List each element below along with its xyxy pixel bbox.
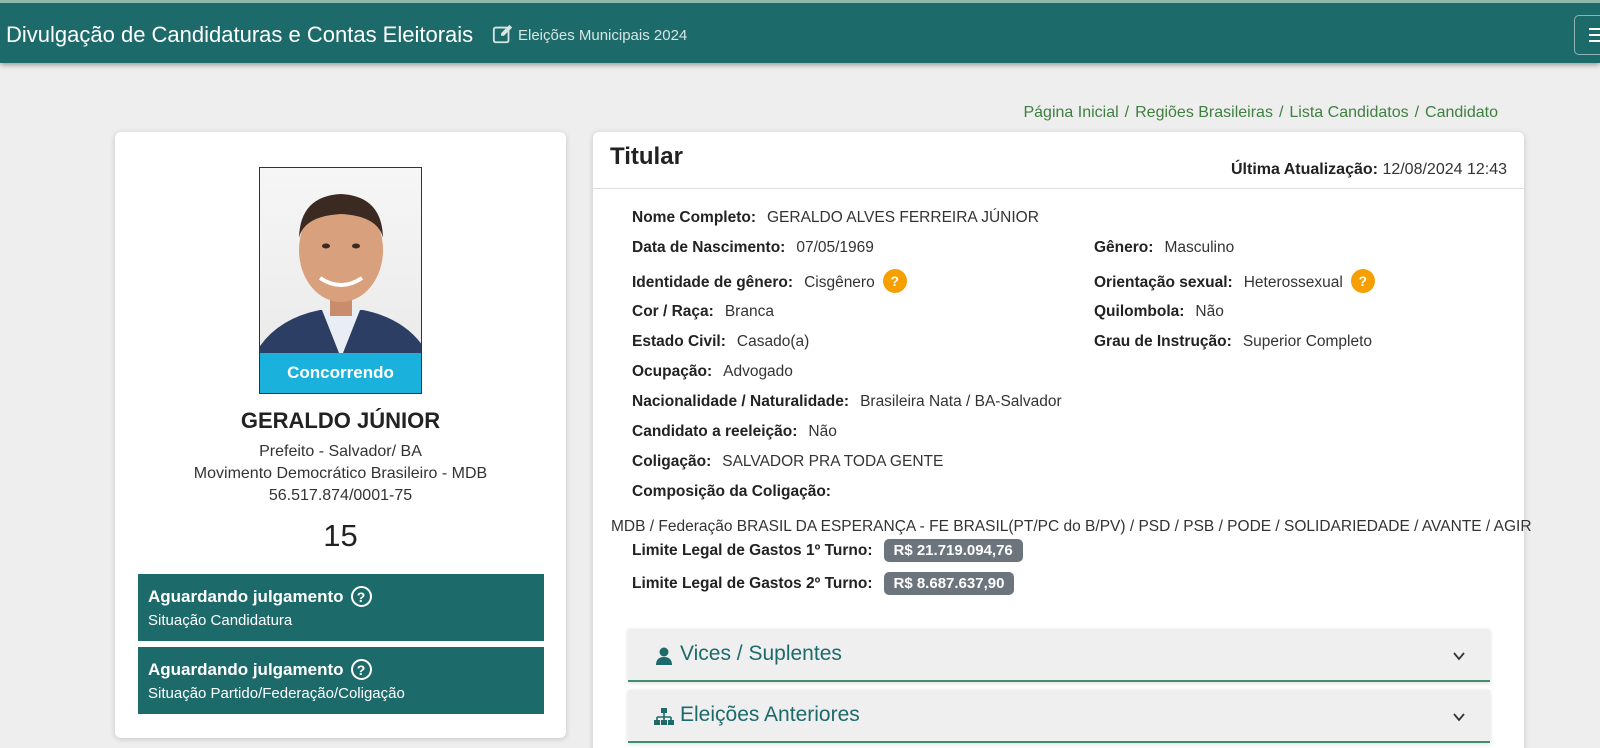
- field-gender: Gênero: Masculino: [1094, 239, 1234, 257]
- hamburger-menu-button[interactable]: [1574, 15, 1600, 55]
- field-value: GERALDO ALVES FERREIRA JÚNIOR: [767, 209, 1039, 226]
- question-circle-icon[interactable]: ?: [350, 659, 372, 680]
- field-occupation: Ocupação: Advogado: [632, 363, 793, 381]
- accordion-title[interactable]: Vices / Suplentes: [680, 642, 842, 666]
- last-updated-label: Última Atualização:: [1230, 161, 1378, 178]
- status-box-party: Aguardando julgamento ? Situação Partido…: [138, 647, 544, 714]
- field-value: 07/05/1969: [796, 239, 874, 256]
- breadcrumb-candidate-list[interactable]: Lista Candidatos: [1289, 104, 1408, 121]
- field-label: Nome Completo:: [632, 209, 756, 226]
- breadcrumb-separator: /: [1124, 104, 1130, 121]
- field-race: Cor / Raça: Branca: [632, 303, 774, 321]
- field-label: Limite Legal de Gastos 1º Turno:: [632, 541, 873, 559]
- field-value: Branca: [724, 303, 774, 320]
- app-title[interactable]: Divulgação de Candidaturas e Contas Elei…: [6, 22, 473, 48]
- field-label: Ocupação:: [632, 363, 713, 380]
- field-spending-limit-1: Limite Legal de Gastos 1º Turno: R$ 21.71…: [632, 539, 1023, 562]
- field-label: Quilombola:: [1094, 303, 1185, 320]
- breadcrumb: Página Inicial / Regiões Brasileiras / Lista…: [1023, 104, 1498, 122]
- field-value: Casado(a): [736, 333, 810, 350]
- field-label: Candidato a reeleição:: [632, 423, 798, 440]
- field-full-name: Nome Completo: GERALDO ALVES FERREIRA JÚN…: [632, 209, 1039, 227]
- accordion-title[interactable]: Eleições Anteriores: [680, 703, 860, 727]
- breadcrumb-separator: /: [1414, 104, 1420, 121]
- field-label: Orientação sexual:: [1094, 274, 1233, 291]
- field-coalition: Coligação: SALVADOR PRA TODA GENTE: [632, 453, 943, 471]
- candidate-name: GERALDO JÚNIOR: [240, 408, 441, 433]
- field-value: Superior Completo: [1242, 333, 1373, 350]
- field-label: Gênero:: [1094, 239, 1154, 256]
- candidate-photo: Concorrendo: [259, 167, 422, 394]
- divider: [593, 188, 1524, 189]
- field-label: Estado Civil:: [632, 333, 726, 350]
- field-label: Composição da Coligação:: [632, 483, 831, 500]
- user-icon: [656, 647, 672, 665]
- question-help-icon[interactable]: ?: [882, 269, 907, 293]
- field-label: Data de Nascimento:: [632, 239, 786, 256]
- field-label: Grau de Instrução:: [1094, 333, 1232, 350]
- field-coalition-composition: Composição da Coligação:: [632, 483, 842, 501]
- status-title: Aguardando julgamento ?: [148, 586, 534, 607]
- field-marital-status: Estado Civil: Casado(a): [632, 333, 809, 351]
- candidate-cnpj: 56.517.874/0001-75: [268, 487, 413, 504]
- candidate-party: Movimento Democrático Brasileiro - MDB: [193, 465, 488, 482]
- question-circle-icon[interactable]: ?: [350, 586, 372, 607]
- last-updated-value: 12/08/2024 12:43: [1382, 161, 1507, 178]
- candidate-status-badge: Concorrendo: [260, 353, 421, 393]
- sitemap-icon: [654, 708, 674, 725]
- breadcrumb-regions[interactable]: Regiões Brasileiras: [1135, 104, 1273, 121]
- field-birth-date: Data de Nascimento: 07/05/1969: [632, 239, 874, 257]
- hamburger-menu-icon-line: [1589, 34, 1600, 36]
- hamburger-menu-icon: [1589, 28, 1600, 30]
- status-box-candidacy: Aguardando julgamento ? Situação Candida…: [138, 574, 544, 641]
- edit-icon: [492, 24, 513, 44]
- field-value: Não: [1195, 303, 1224, 320]
- field-gender-identity: Identidade de gênero: Cisgênero?: [632, 269, 907, 293]
- field-quilombola: Quilombola: Não: [1094, 303, 1224, 321]
- candidate-office: Prefeito - Salvador/ BA: [259, 443, 422, 460]
- hamburger-menu-icon-line: [1589, 40, 1600, 42]
- chevron-down-icon[interactable]: [1452, 710, 1466, 724]
- field-value: Masculino: [1164, 239, 1235, 256]
- status-title-text: Aguardando julgamento: [148, 659, 344, 679]
- field-value: Brasileira Nata / BA-Salvador: [860, 393, 1062, 410]
- field-label: Identidade de gênero:: [632, 274, 794, 291]
- field-nationality: Nacionalidade / Naturalidade: Brasileira …: [632, 393, 1062, 411]
- field-label: Nacionalidade / Naturalidade:: [632, 393, 850, 410]
- accordion-previous-elections[interactable]: Eleições Anteriores: [628, 690, 1490, 743]
- section-title: Titular: [610, 143, 683, 170]
- field-label: Cor / Raça:: [632, 303, 714, 320]
- field-education: Grau de Instrução: Superior Completo: [1094, 333, 1372, 351]
- field-spending-limit-2: Limite Legal de Gastos 2º Turno: R$ 8.687…: [632, 572, 1015, 595]
- question-help-icon[interactable]: ?: [1350, 269, 1375, 293]
- spending-limit-badge: R$ 21.719.094,76: [883, 539, 1023, 562]
- coalition-composition-value: MDB / Federação BRASIL DA ESPERANÇA - FE…: [611, 518, 1532, 535]
- status-title-text: Aguardando julgamento: [148, 586, 344, 606]
- status-subtitle: Situação Candidatura: [148, 612, 293, 629]
- spending-limit-badge: R$ 8.687.637,90: [883, 572, 1015, 595]
- candidate-number: 15: [323, 518, 358, 553]
- breadcrumb-separator: /: [1278, 104, 1284, 121]
- breadcrumb-current: Candidato: [1425, 104, 1498, 121]
- status-title: Aguardando julgamento ?: [148, 659, 534, 680]
- field-value: Cisgênero: [804, 274, 875, 291]
- field-label: Limite Legal de Gastos 2º Turno:: [632, 574, 873, 592]
- field-reelection: Candidato a reeleição: Não: [632, 423, 837, 441]
- field-value: SALVADOR PRA TODA GENTE: [722, 453, 944, 470]
- status-subtitle: Situação Partido/Federação/Coligação: [148, 685, 405, 702]
- chevron-down-icon[interactable]: [1452, 649, 1466, 663]
- field-value: Heterossexual: [1243, 274, 1343, 291]
- field-sexual-orientation: Orientação sexual: Heterossexual?: [1094, 269, 1375, 293]
- breadcrumb-home[interactable]: Página Inicial: [1023, 104, 1118, 121]
- top-navbar: Divulgação de Candidaturas e Contas Elei…: [0, 0, 1600, 63]
- field-label: Coligação:: [632, 453, 712, 470]
- election-label[interactable]: Eleições Municipais 2024: [518, 27, 687, 44]
- last-updated: Última Atualização: 12/08/2024 12:43: [1231, 161, 1507, 179]
- field-value: Advogado: [723, 363, 793, 380]
- accordion-vices[interactable]: Vices / Suplentes: [628, 629, 1490, 682]
- field-value: Não: [808, 423, 837, 440]
